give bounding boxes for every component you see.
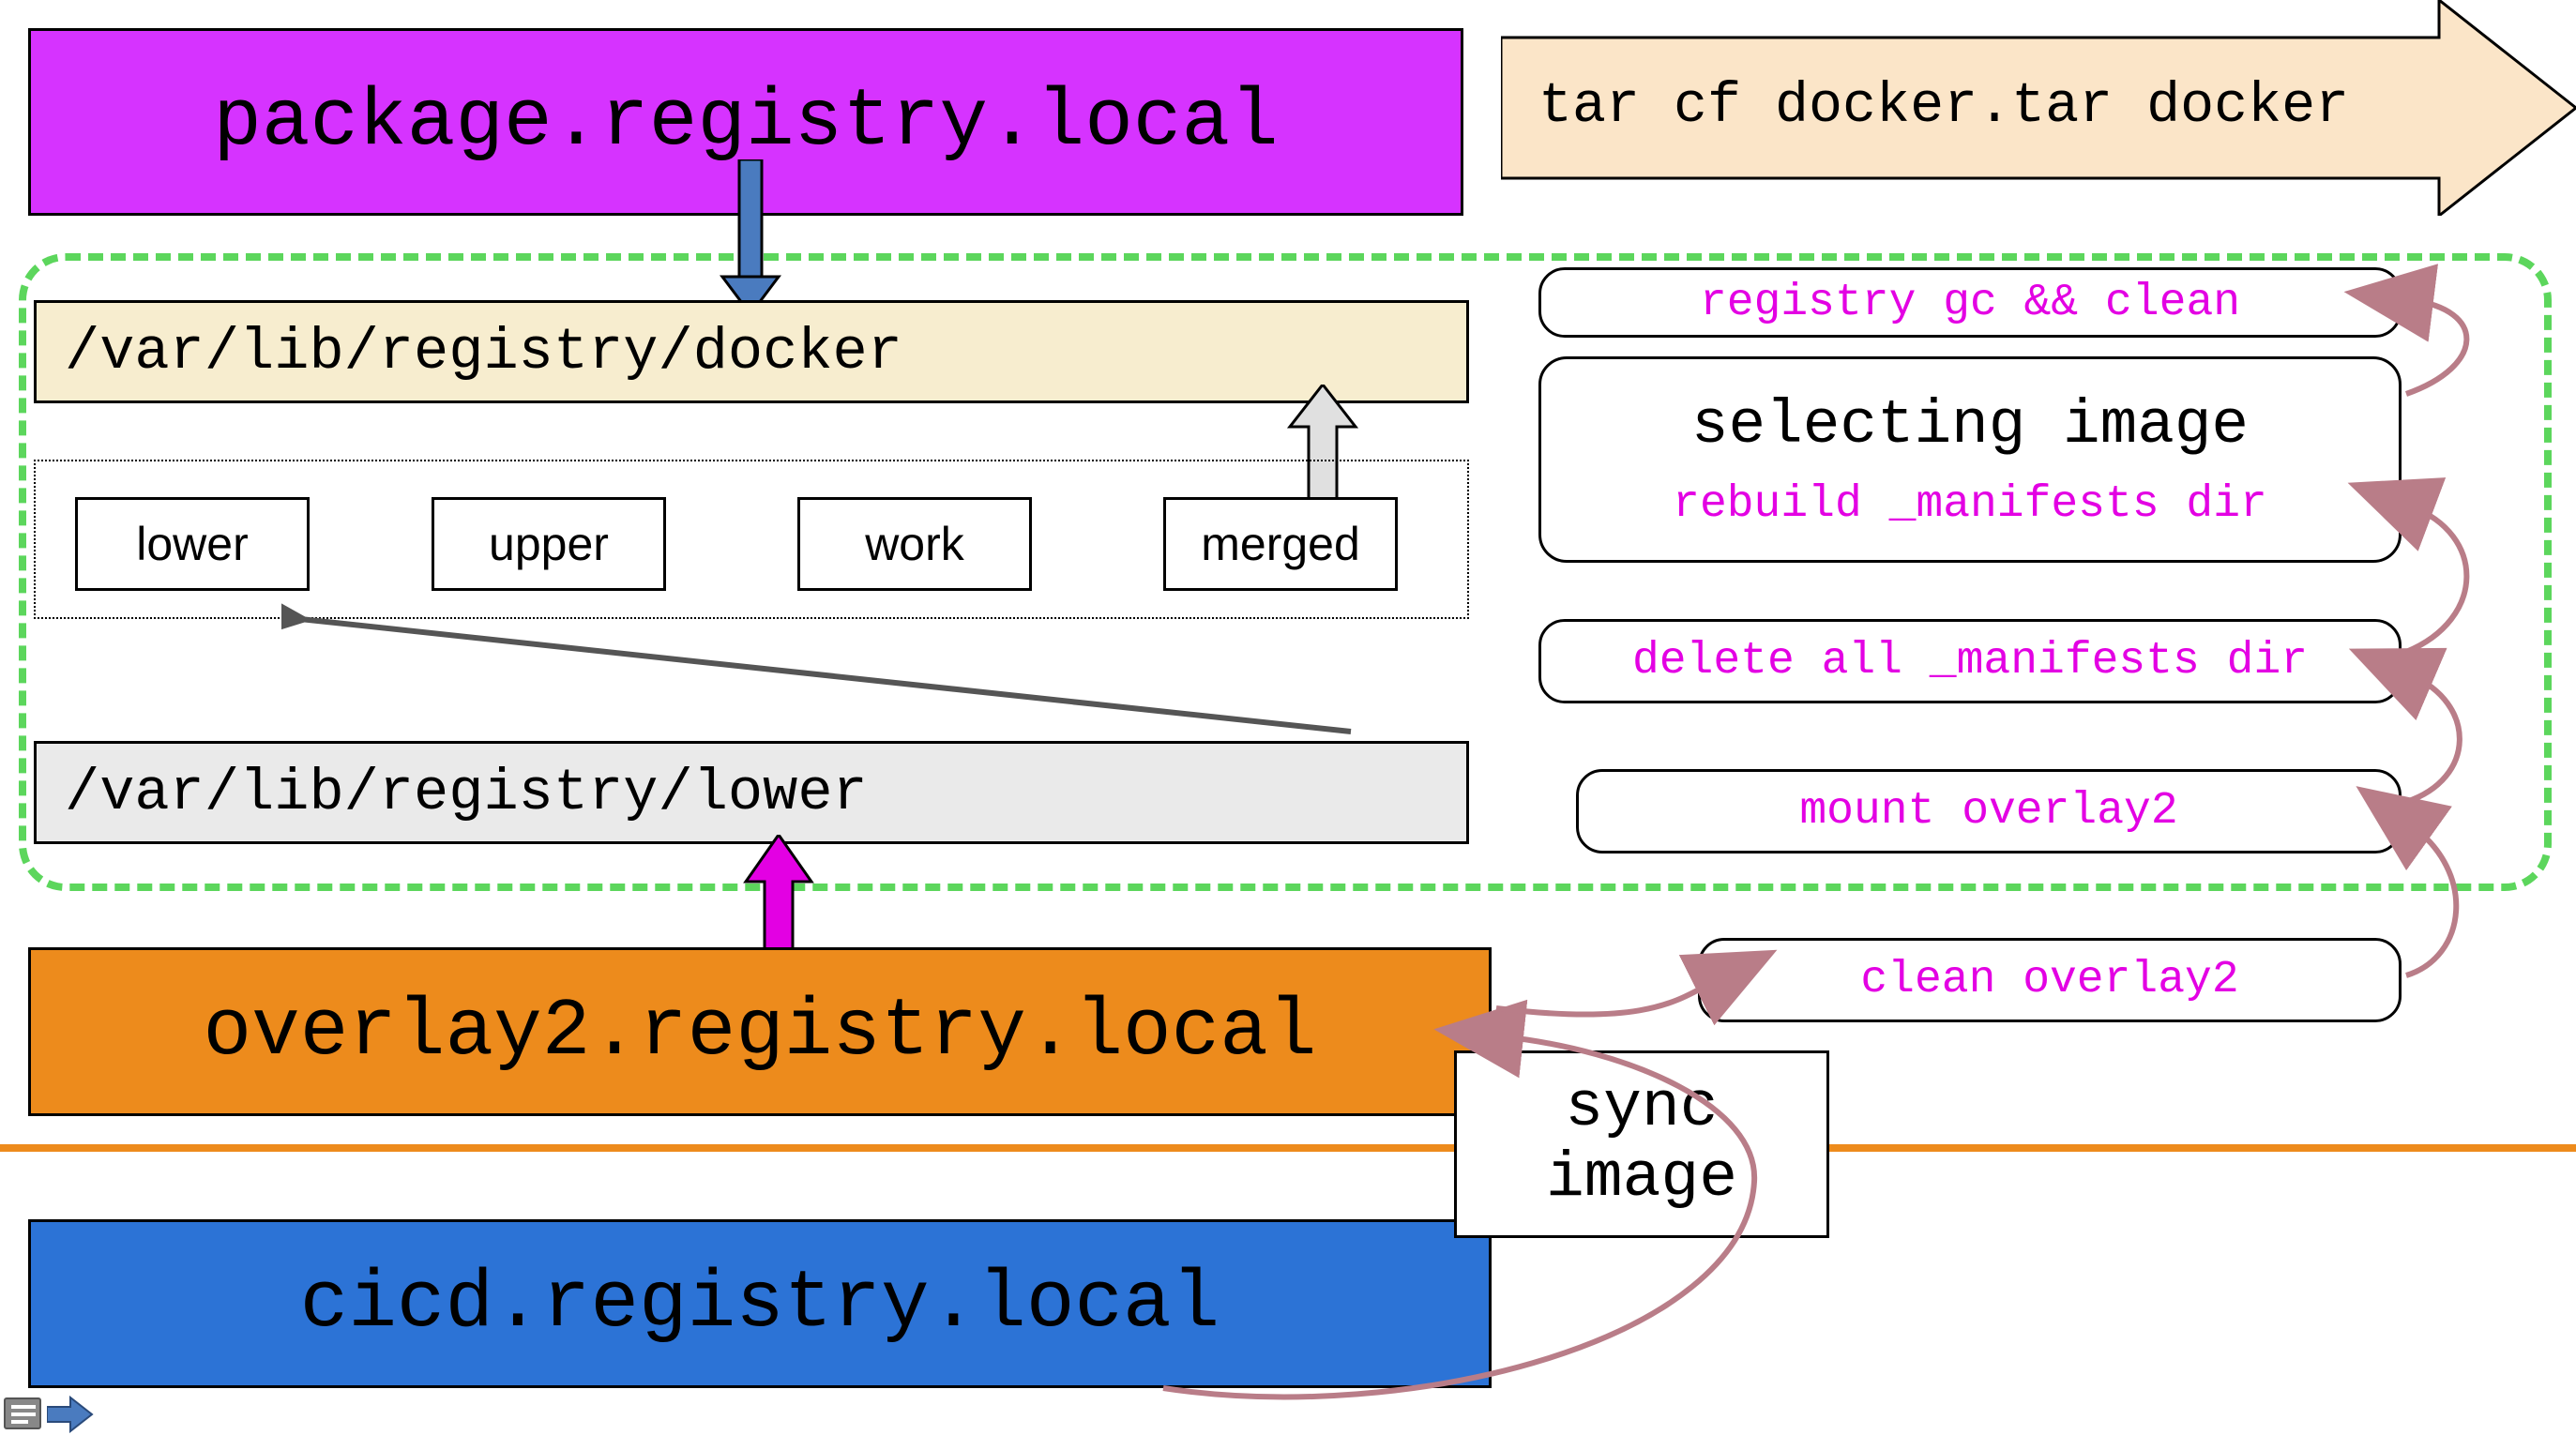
orange-divider (0, 1144, 2576, 1152)
overlay2-registry-label: overlay2.registry.local (204, 986, 1317, 1078)
lower-path-box: /var/lib/registry/lower (34, 741, 1469, 844)
slide-notes-icon[interactable] (4, 1397, 41, 1429)
step-mount: mount overlay2 (1576, 769, 2402, 853)
package-registry-box: package.registry.local (28, 28, 1463, 216)
tar-command-label: tar cf docker.tar docker (1538, 75, 2477, 139)
overlay-dir-lower: lower (75, 497, 310, 591)
overlay2-registry-box: overlay2.registry.local (28, 947, 1492, 1116)
step-gc: registry gc && clean (1538, 267, 2402, 338)
docker-path-box: /var/lib/registry/docker (34, 300, 1469, 403)
overlay-dir-upper: upper (432, 497, 666, 591)
overlay-dir-merged: merged (1163, 497, 1398, 591)
step-selecting: selecting image rebuild _manifests dir (1538, 356, 2402, 563)
sync-image-box: sync image (1454, 1050, 1829, 1238)
step-rebuild: rebuild _manifests dir (1673, 479, 2267, 530)
step-clean: clean overlay2 (1698, 938, 2402, 1022)
docker-path-label: /var/lib/registry/docker (65, 319, 902, 385)
cicd-registry-box: cicd.registry.local (28, 1219, 1492, 1388)
step-delete: delete all _manifests dir (1538, 619, 2402, 703)
package-registry-label: package.registry.local (213, 76, 1278, 168)
step-selecting-title: selecting image (1691, 390, 2249, 461)
overlay-dir-work: work (797, 497, 1032, 591)
lower-path-label: /var/lib/registry/lower (65, 760, 868, 826)
cicd-registry-label: cicd.registry.local (300, 1258, 1220, 1350)
slide-next-icon[interactable] (47, 1396, 94, 1433)
